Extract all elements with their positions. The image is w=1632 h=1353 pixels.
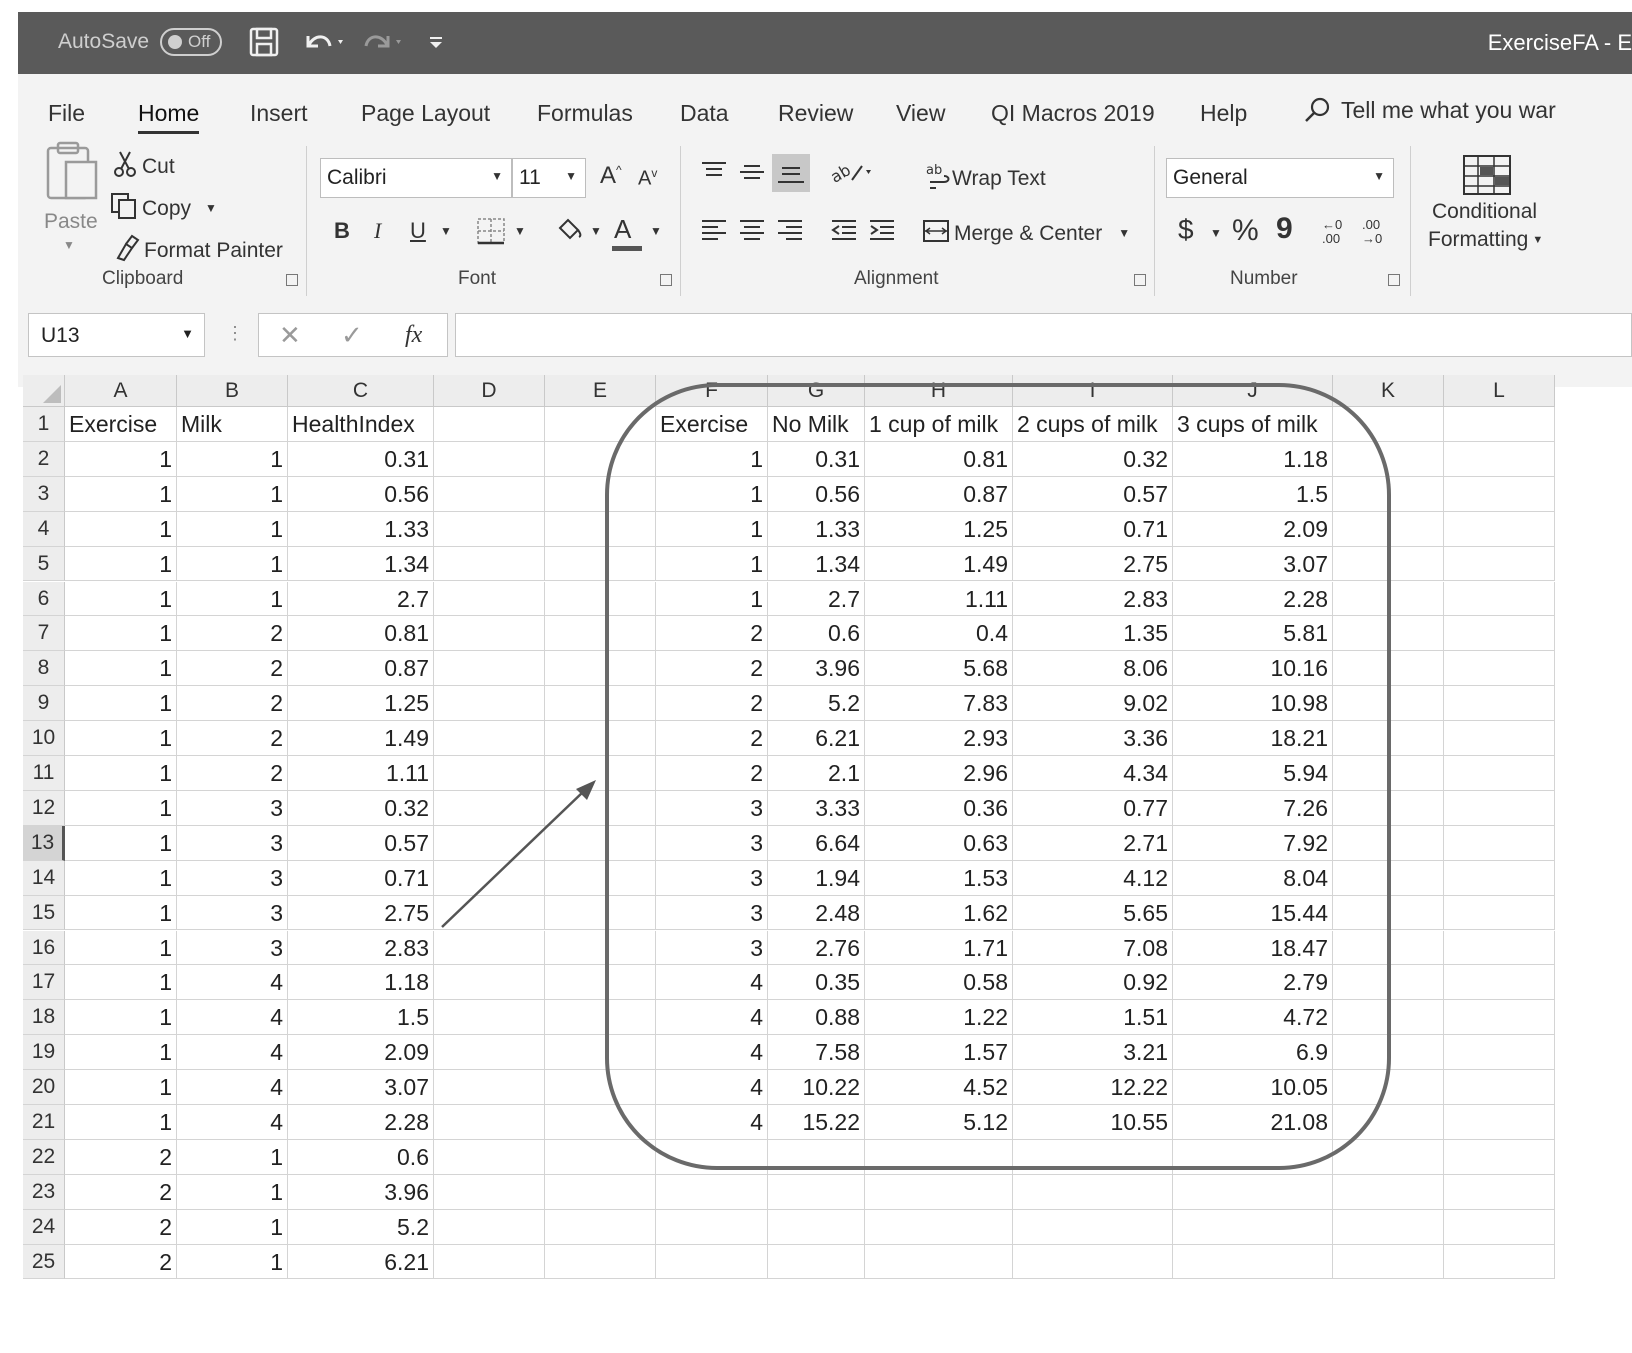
excel-window: AutoSave Off ExerciseFA - E File Home In… [18,12,1632,1342]
highlight-rounded-box [605,383,1391,1170]
annotation-overlay [441,383,1391,1170]
arrow-line [441,790,585,928]
